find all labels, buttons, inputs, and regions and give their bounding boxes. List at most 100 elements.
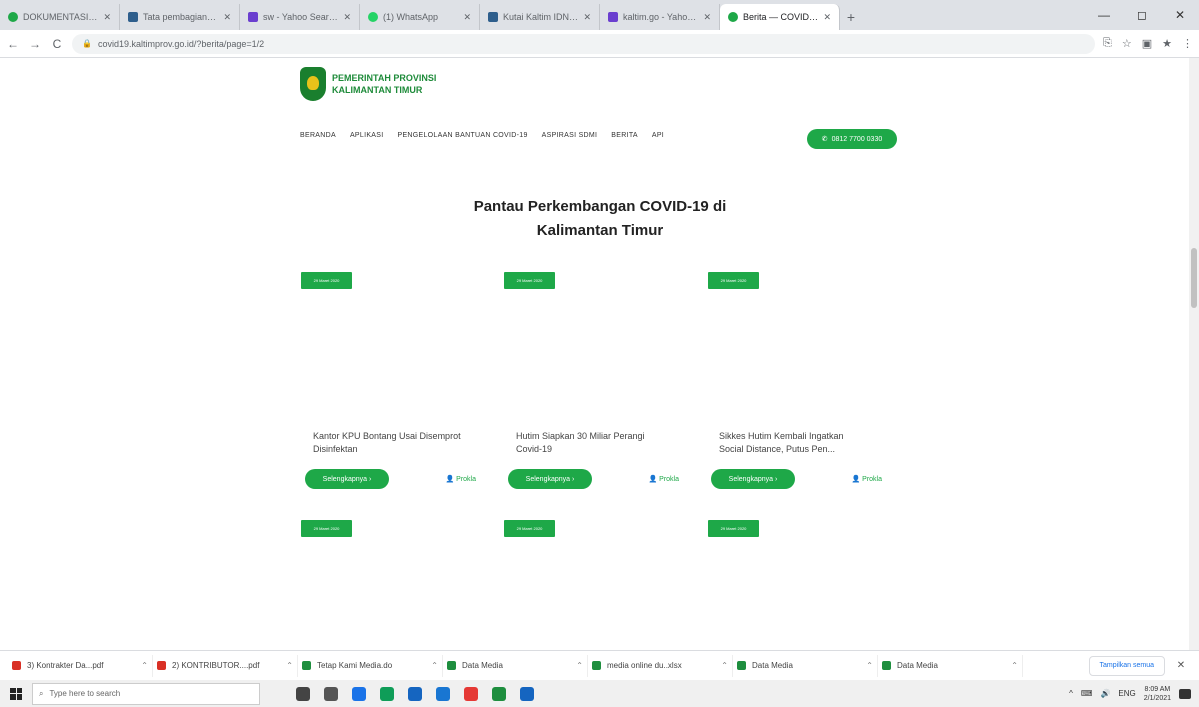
chrome-icon[interactable] [464,686,478,701]
window-controls: — ◻ ✕ [1085,0,1199,30]
download-item[interactable]: Data Media ⌃ [443,654,588,677]
start-button[interactable] [0,680,32,707]
tab-title: Tata pembagian 5M Cik Jur [143,12,218,22]
store-icon[interactable] [436,686,450,701]
author-name: Prokla [659,475,679,483]
hotline-button[interactable]: ✆ 0812 7700 0330 [807,129,897,149]
date-badge: 29 Maret 2020 [504,520,555,537]
close-window-button[interactable]: ✕ [1161,0,1199,30]
download-item[interactable]: Data Media ⌃ [733,654,878,677]
share-icon[interactable]: ⎘ [1103,37,1112,50]
maximize-button[interactable]: ◻ [1123,0,1161,30]
date-badge: 29 Maret 2020 [708,272,759,289]
taskbar-search-placeholder: Type here to search [49,689,121,698]
browser-tab-strip: DOKUMENTASI-MATIA✕Tata pembagian 5M Cik … [0,0,1199,30]
news-card-title[interactable]: Sikkes Hutim Kembali Ingatkan Social Dis… [708,430,868,456]
tab-close-icon[interactable]: ✕ [223,12,231,23]
date-badge: 29 Maret 2020 [301,520,352,537]
download-item[interactable]: 3) Kontrakter Da...pdf ⌃ [8,654,153,677]
clock[interactable]: 8:09 AM 2/1/2021 [1144,685,1171,703]
nav-item-berita[interactable]: BERITA [611,132,638,139]
menu-icon[interactable]: ⋮ [1182,37,1193,50]
url-text: covid19.kaltimprov.go.id/?berita/page=1/… [97,38,265,49]
nav-item-aspirasi[interactable]: ASPIRASI SDMI [542,132,598,139]
notification-icon[interactable] [1179,688,1191,699]
download-item[interactable]: Data Media ⌃ [878,654,1023,677]
author-link[interactable]: 👤 Prokla [851,475,882,484]
volume-icon[interactable]: 🔊 [1100,689,1110,698]
logo-line-1: PEMERINTAH PROVINSI [332,73,437,83]
chevron-up-icon[interactable]: ⌃ [1011,661,1018,670]
site-logo[interactable]: PEMERINTAH PROVINSI KALIMANTAN TIMUR [300,67,436,101]
read-more-button[interactable]: Selengkapnya › [508,469,592,489]
browser-tab[interactable]: (1) WhatsApp ✕ [360,4,480,30]
author-name: Prokla [456,475,476,483]
file-icon [737,661,746,670]
tab-close-icon[interactable]: ✕ [823,12,831,23]
download-item[interactable]: 2) KONTRIBUTOR....pdf ⌃ [153,654,298,677]
excel-icon[interactable] [492,686,506,701]
read-more-button[interactable]: Selengkapnya › [711,469,795,489]
news-card: Hutim Siapkan 30 Miliar Perangi Covid-19… [505,430,693,489]
new-tab-button[interactable]: + [840,4,862,30]
forward-button[interactable]: → [28,37,42,51]
nav-item-pengelolaan-bantuan[interactable]: PENGELOLAAN BANTUAN COVID-19 [397,132,527,139]
reload-button[interactable]: C [50,37,64,51]
read-more-button[interactable]: Selengkapnya › [305,469,389,489]
news-card-title[interactable]: Kantor KPU Bontang Usai Disemprot Disinf… [302,430,462,456]
nav-item-beranda[interactable]: BERANDA [300,132,336,139]
chevron-up-icon[interactable]: ⌃ [431,661,438,670]
tab-close-icon[interactable]: ✕ [703,12,711,23]
page-scrollbar[interactable] [1189,58,1199,650]
tab-close-icon[interactable]: ✕ [463,12,471,23]
scrollbar-thumb[interactable] [1191,248,1197,308]
author-link[interactable]: 👤 Prokla [648,475,679,484]
tab-favicon-icon [728,12,738,22]
chevron-up-icon[interactable]: ⌃ [286,661,293,670]
profile-icon[interactable]: ★ [1162,37,1172,50]
chevron-up-icon[interactable]: ⌃ [576,661,583,670]
author-link[interactable]: 👤 Prokla [445,475,476,484]
language-indicator[interactable]: ENG [1118,689,1135,698]
bookmark-star-icon[interactable]: ☆ [1122,37,1132,50]
tab-title: Kutai Kaltim IDN - pemerintah [503,12,578,22]
tray-chevron-icon[interactable]: ^ [1069,689,1073,698]
back-button[interactable]: ← [6,37,20,51]
tab-close-icon[interactable]: ✕ [343,12,351,23]
search-icon[interactable] [296,686,310,701]
extension-icon[interactable]: ▣ [1142,37,1152,50]
show-all-downloads-button[interactable]: Tampilkan semua [1088,655,1165,676]
files-icon[interactable] [408,686,422,701]
browser-tab[interactable]: DOKUMENTASI-MATIA ✕ [0,4,120,30]
minimize-button[interactable]: — [1085,0,1123,30]
photo-icon[interactable] [520,686,534,701]
address-bar[interactable]: 🔒 covid19.kaltimprov.go.id/?berita/page=… [72,33,1096,54]
browser-tab[interactable]: kaltim.go - Yahoo Search Res ✕ [600,4,720,30]
chevron-up-icon[interactable]: ⌃ [866,661,873,670]
news-card-title[interactable]: Hutim Siapkan 30 Miliar Perangi Covid-19 [505,430,665,456]
nav-item-api[interactable]: API [652,132,664,139]
tab-close-icon[interactable]: ✕ [103,12,111,23]
browser-tab[interactable]: Tata pembagian 5M Cik Jur ✕ [120,4,240,30]
chevron-up-icon[interactable]: ⌃ [141,661,148,670]
page-title-line-2: Kalimantan Timur [536,222,664,239]
chrome-icon[interactable] [352,686,366,701]
keyboard-icon[interactable]: ⌨ [1081,689,1093,698]
close-downloads-button[interactable]: ✕ [1171,660,1191,671]
download-item[interactable]: Tetap Kami Media.do ⌃ [298,654,443,677]
browser-toolbar: ← → C 🔒 covid19.kaltimprov.go.id/?berita… [0,30,1199,58]
taskbar-search[interactable]: ⌕ Type here to search [32,682,260,705]
downloads-shelf: 3) Kontrakter Da...pdf ⌃ 2) KONTRIBUTOR...… [0,650,1199,680]
file-icon [882,661,891,670]
chevron-up-icon[interactable]: ⌃ [721,661,728,670]
browser-tab[interactable]: Berita — COVID-19 di Kalimant ✕ [720,4,840,30]
file-icon [447,661,456,670]
tab-close-icon[interactable]: ✕ [583,12,591,23]
nav-item-aplikasi[interactable]: APLIKASI [350,132,384,139]
browser-tab[interactable]: Kutai Kaltim IDN - pemerintah ✕ [480,4,600,30]
hotline-label: 0812 7700 0330 [831,135,883,143]
edge-icon[interactable] [380,686,394,701]
task-view-icon[interactable] [324,686,338,701]
download-item[interactable]: media online du..xlsx ⌃ [588,654,733,677]
browser-tab[interactable]: sw - Yahoo Search Results ✕ [240,4,360,30]
